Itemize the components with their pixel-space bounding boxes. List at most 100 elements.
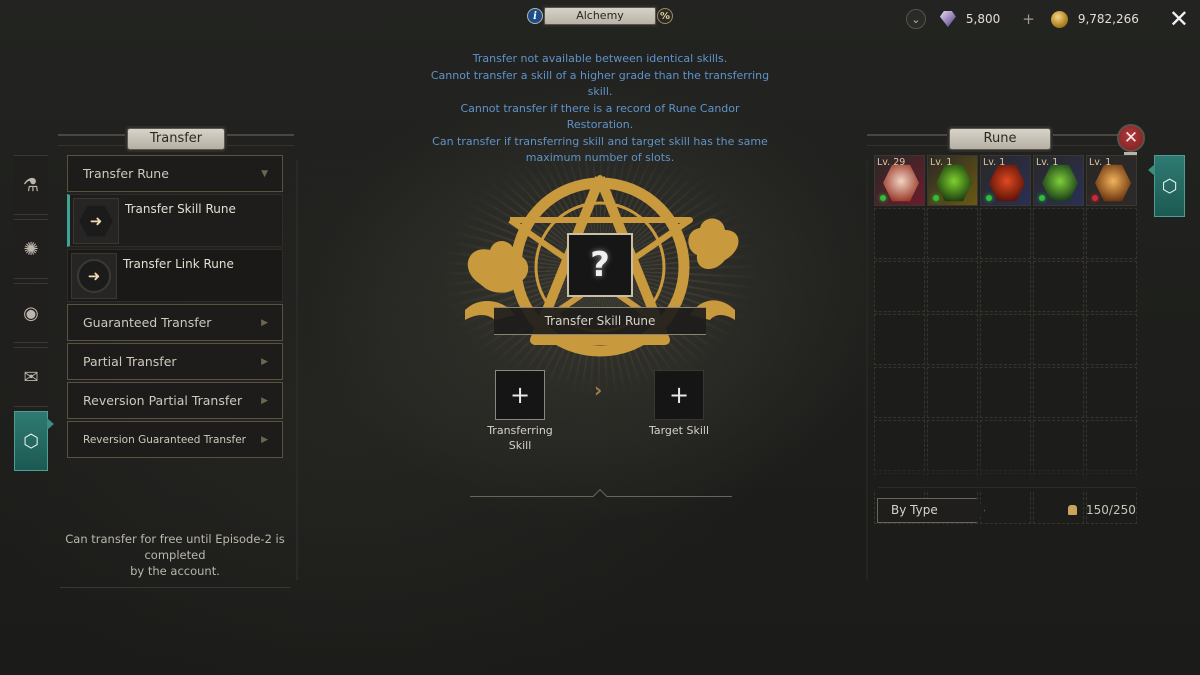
item-icon-frame: ➜ [71, 253, 117, 299]
purple-gem-icon [939, 11, 956, 27]
chevron-right-icon: › [594, 378, 603, 402]
menu-item-label: Transfer Skill Rune [125, 202, 236, 216]
caret-right-icon: ▶ [261, 356, 268, 367]
side-tab-scroll[interactable]: ✉ [14, 347, 48, 407]
close-window-button[interactable]: ✕ [1169, 7, 1189, 31]
round-arrow-icon: ➜ [77, 259, 111, 293]
rune-level: Lv. 1 [930, 157, 953, 168]
empty-rune-slot [874, 367, 925, 418]
rune-slot[interactable]: Lv. 1 [1086, 155, 1137, 206]
inventory-count: 150/250 [1068, 503, 1136, 517]
result-rune-slot: ? [567, 233, 633, 297]
transferring-skill-slot[interactable]: + [495, 370, 545, 420]
side-tab-transfer[interactable]: ⬡ [14, 411, 54, 471]
note-line: Can transfer for free until Episode-2 is [65, 532, 285, 546]
empty-rune-slot [980, 314, 1031, 365]
category-dropdown[interactable]: Transfer Rune ▼ [67, 155, 283, 192]
side-tab-orb[interactable]: ◉ [14, 283, 48, 343]
divider-notch [592, 488, 608, 504]
rune-slot[interactable]: Lv. 1 [927, 155, 978, 206]
rune-status-dot [1092, 195, 1098, 201]
plus-icon: + [509, 381, 531, 409]
caret-right-icon: ▶ [261, 317, 268, 328]
rune-gem-icon [936, 164, 972, 202]
menu-item-label: Guaranteed Transfer [83, 315, 212, 330]
info-icon[interactable]: i [527, 8, 543, 24]
grid-fade [872, 460, 1140, 490]
bag-icon [1068, 505, 1077, 515]
divider [878, 487, 1136, 488]
free-transfer-note: Can transfer for free until Episode-2 is… [62, 531, 288, 579]
sort-by-type-button[interactable]: By Type [877, 498, 985, 523]
notice-line: Transfer not available between identical… [472, 52, 728, 65]
currency-bar: ⌄ 5,800 + 9,782,266 ✕ [905, 6, 1200, 32]
add-currency-button[interactable]: + [1022, 10, 1035, 28]
rune-level: Lv. 1 [1089, 157, 1112, 168]
plus-icon: + [668, 381, 690, 409]
transfer-panel-header: Transfer [58, 124, 294, 154]
divider [60, 587, 290, 588]
empty-rune-slot [874, 208, 925, 259]
empty-rune-slot [927, 208, 978, 259]
empty-rune-slot [1086, 314, 1137, 365]
menu-item-label: Transfer Link Rune [123, 257, 234, 271]
result-rune-name: Transfer Skill Rune [494, 307, 706, 335]
potion-icon: ⚗ [22, 174, 40, 196]
rune-hex-icon: ⬡ [1161, 175, 1178, 197]
rune-slot[interactable]: Lv. 1 [1033, 155, 1084, 206]
alchemy-side-tabs: ⚗ ✺ ◉ ✉ ⬡ [14, 155, 54, 475]
sun-emblem-icon: ✺ [23, 238, 39, 260]
empty-rune-slot [1033, 367, 1084, 418]
transferring-skill-label: Transferring Skill [475, 423, 565, 453]
empty-rune-slot [874, 314, 925, 365]
item-icon-frame: ➜ [73, 198, 119, 244]
gem-balance: 5,800 [965, 12, 1001, 26]
panel-title: Rune [948, 128, 1052, 150]
rune-gem-icon [883, 164, 919, 202]
menu-item-transfer-skill-rune[interactable]: ➜ Transfer Skill Rune [67, 194, 283, 247]
menu-item-transfer-link-rune[interactable]: ➜ Transfer Link Rune [67, 249, 283, 302]
menu-item-label: Reversion Partial Transfer [83, 393, 243, 408]
percent-icon[interactable]: % [657, 8, 673, 24]
empty-rune-slot [980, 261, 1031, 312]
notice-line: Cannot transfer if there is a record of … [460, 101, 740, 132]
menu-item-reversion-partial-transfer[interactable]: Reversion Partial Transfer ▶ [67, 382, 283, 419]
target-skill-slot[interactable]: + [654, 370, 704, 420]
rune-side-tab[interactable]: ⬡ [1148, 155, 1185, 217]
empty-rune-slot [1033, 314, 1084, 365]
crystal-ball-icon: ◉ [23, 302, 39, 324]
empty-rune-slot [1033, 261, 1084, 312]
window-title: Alchemy [544, 7, 656, 25]
empty-rune-slot [1086, 261, 1137, 312]
panel-divider [866, 160, 868, 580]
rune-gem-icon [1042, 164, 1078, 202]
menu-item-partial-transfer[interactable]: Partial Transfer ▶ [67, 343, 283, 380]
empty-rune-slot [927, 314, 978, 365]
empty-rune-slot [1086, 367, 1137, 418]
empty-rune-slot [874, 261, 925, 312]
rune-status-dot [880, 195, 886, 201]
rune-slot[interactable]: Lv. 29 [874, 155, 925, 206]
chevron-down-icon[interactable]: ⌄ [905, 9, 926, 29]
target-skill-label: Target Skill [648, 424, 710, 437]
menu-item-reversion-guaranteed-transfer[interactable]: Reversion Guaranteed Transfer ▶ [67, 421, 283, 458]
rune-gem-icon [989, 164, 1025, 202]
menu-item-guaranteed-transfer[interactable]: Guaranteed Transfer ▶ [67, 304, 283, 341]
label-line: Transferring [487, 424, 553, 437]
gold-coin-icon [1050, 10, 1068, 28]
empty-rune-slot [980, 367, 1031, 418]
rune-status-dot [933, 195, 939, 201]
rune-status-dot [1039, 195, 1045, 201]
note-line: by the account. [130, 564, 220, 578]
caret-down-icon: ▼ [261, 168, 268, 179]
transfer-menu: Transfer Rune ▼ ➜ Transfer Skill Rune ➜ … [67, 155, 283, 460]
empty-rune-slot [927, 367, 978, 418]
empty-rune-slot [1086, 208, 1137, 259]
rune-slot[interactable]: Lv. 1 [980, 155, 1031, 206]
rune-status-dot [986, 195, 992, 201]
note-line: completed [144, 548, 206, 562]
side-tab-potion[interactable]: ⚗ [14, 155, 48, 215]
side-tab-sun-rune[interactable]: ✺ [14, 219, 48, 279]
close-rune-panel-button[interactable]: ✕ [1117, 124, 1145, 152]
menu-item-label: Reversion Guaranteed Transfer [83, 433, 246, 446]
